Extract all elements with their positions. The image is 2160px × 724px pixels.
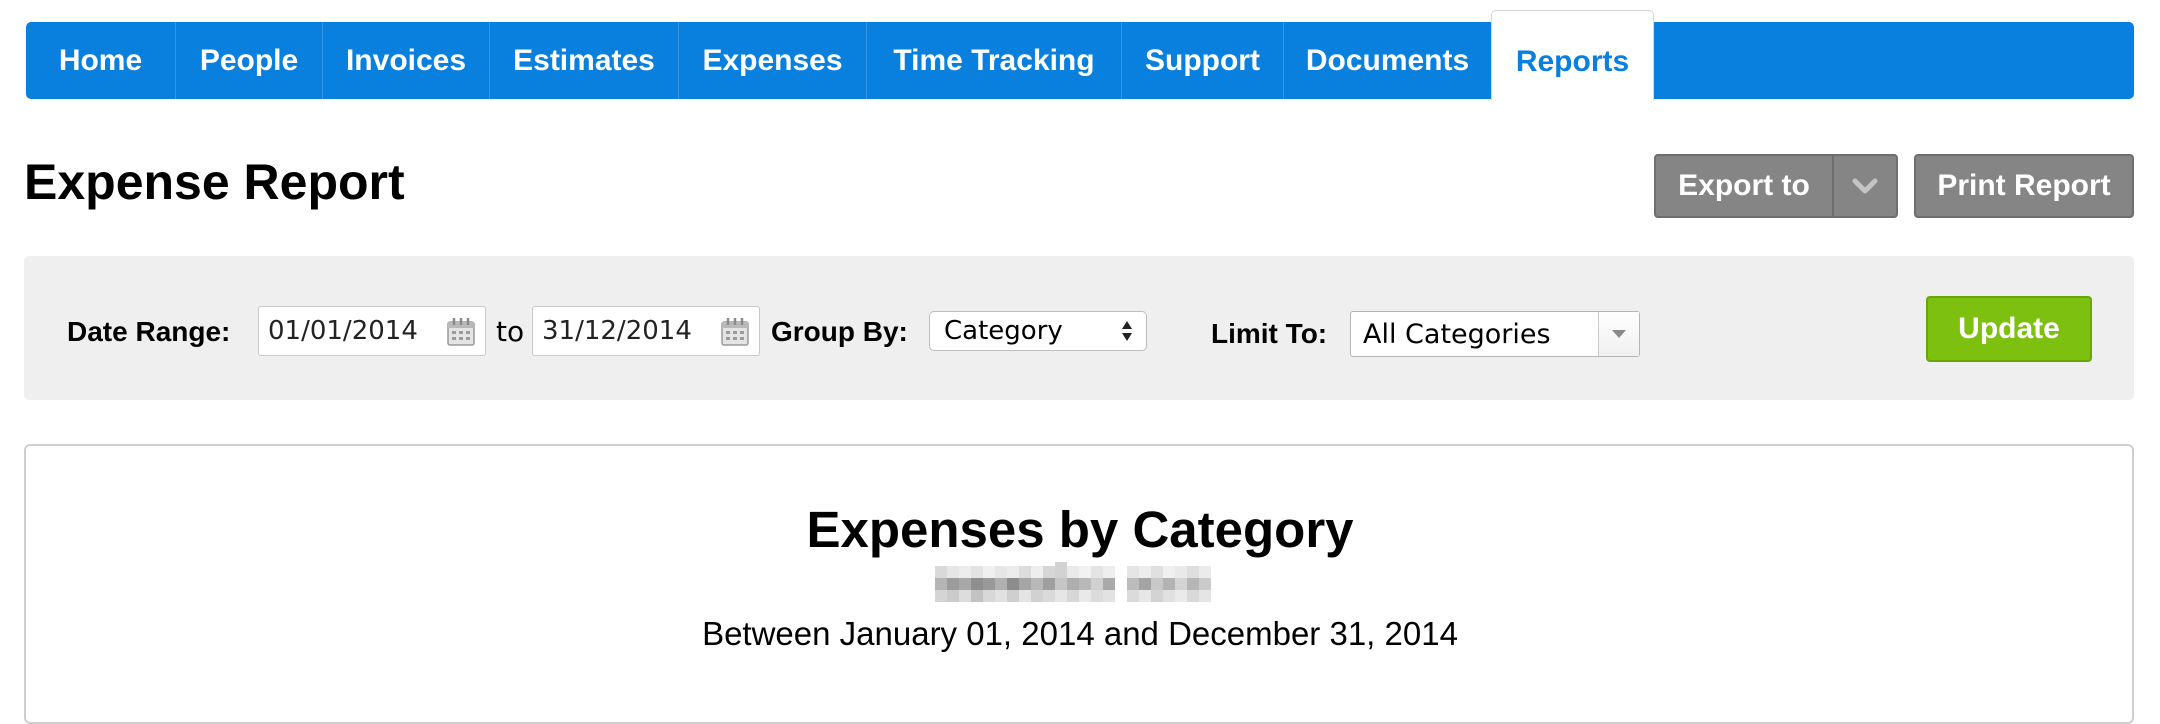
limit-to-dropdown-toggle[interactable] (1598, 312, 1639, 356)
limit-to-value: All Categories (1363, 318, 1551, 350)
tab-estimates[interactable]: Estimates (490, 22, 679, 99)
tab-label: Estimates (513, 43, 655, 77)
pixelated-company-name (935, 562, 1211, 602)
end-date-input[interactable]: 31/12/2014 (532, 306, 760, 356)
group-by-select[interactable]: Category (929, 311, 1147, 351)
tab-label: Expenses (702, 43, 843, 77)
limit-to-label: Limit To: (1211, 318, 1328, 349)
chevron-down-icon (1852, 178, 1878, 194)
tab-label: Home (58, 43, 143, 77)
export-dropdown-toggle[interactable] (1834, 156, 1896, 216)
select-arrows-icon (1122, 321, 1132, 341)
calendar-icon[interactable] (719, 316, 751, 348)
start-date-value: 01/01/2014 (268, 316, 418, 346)
group-by-value: Category (944, 316, 1063, 346)
print-report-button[interactable]: Print Report (1914, 154, 2134, 218)
tab-reports[interactable]: Reports (1491, 10, 1654, 100)
tab-label: Invoices (345, 43, 467, 77)
date-range-label: Date Range: (67, 316, 231, 347)
tab-label: Support (1145, 43, 1260, 77)
group-by-label: Group By: (771, 316, 908, 347)
page-title: Expense Report (24, 154, 405, 210)
report-date-range: Between January 01, 2014 and December 31… (702, 615, 1458, 652)
tab-time-tracking[interactable]: Time Tracking (867, 22, 1122, 99)
tab-invoices[interactable]: Invoices (323, 22, 490, 99)
tab-home[interactable]: Home (26, 22, 176, 99)
tab-label: Reports (1515, 44, 1630, 78)
report-title: Expenses by Category (806, 501, 1354, 558)
tab-support[interactable]: Support (1122, 22, 1284, 99)
export-button[interactable]: Export to (1654, 154, 1898, 218)
limit-to-select[interactable]: All Categories (1350, 311, 1640, 357)
nav-tabs: Home People Invoices Estimates Expenses … (26, 10, 1654, 100)
export-label: Export to (1656, 156, 1834, 216)
to-label: to (496, 315, 525, 348)
tab-expenses[interactable]: Expenses (679, 22, 867, 99)
tab-label: Documents (1305, 43, 1470, 77)
calendar-icon[interactable] (445, 316, 477, 348)
update-button[interactable]: Update (1926, 296, 2092, 362)
tab-documents[interactable]: Documents (1284, 22, 1491, 99)
tab-people[interactable]: People (176, 22, 323, 99)
start-date-input[interactable]: 01/01/2014 (258, 306, 486, 356)
main-nav: Home People Invoices Estimates Expenses … (26, 10, 2134, 100)
tab-label: People (199, 43, 299, 77)
triangle-down-icon (1612, 330, 1626, 338)
end-date-value: 31/12/2014 (542, 316, 692, 346)
tab-label: Time Tracking (893, 43, 1095, 77)
